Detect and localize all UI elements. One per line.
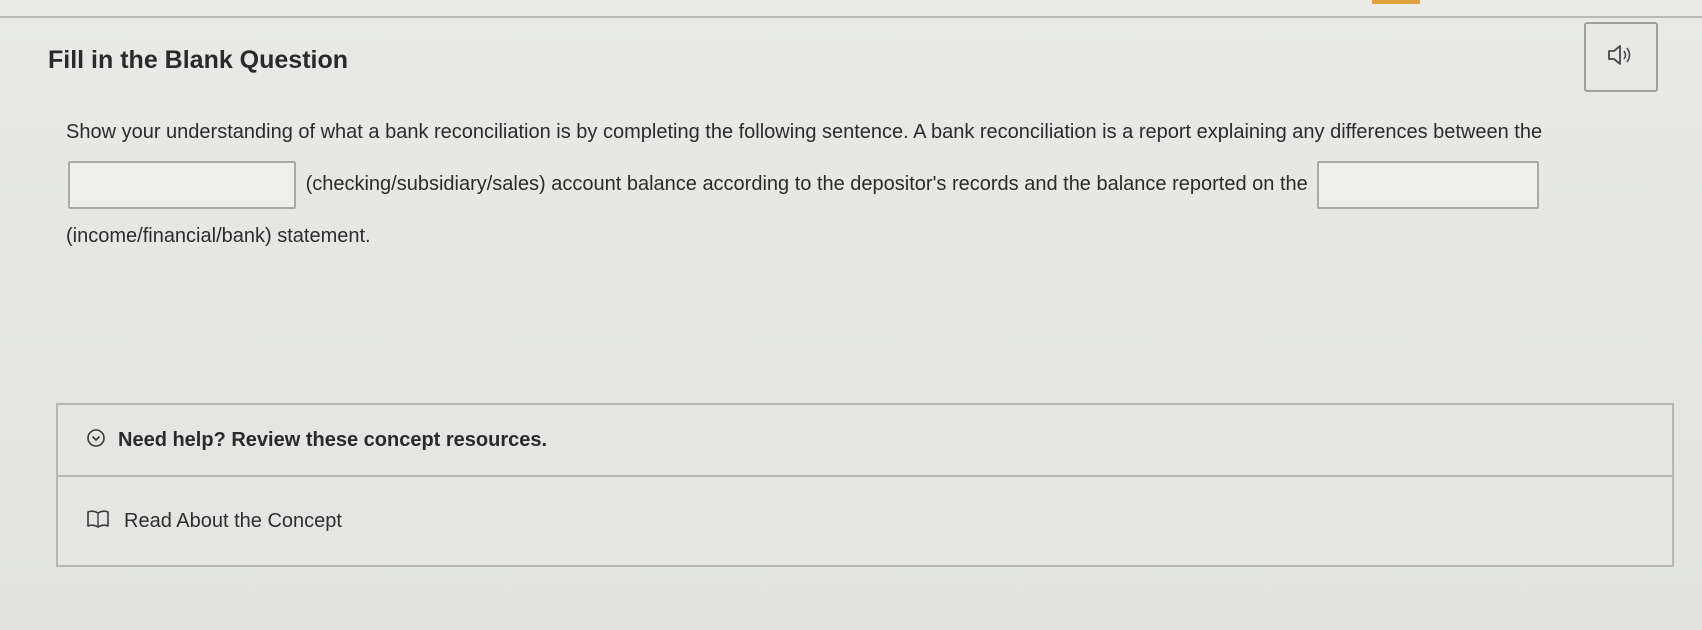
read-concept-label: Read About the Concept bbox=[124, 509, 342, 532]
blank-input-1[interactable] bbox=[68, 160, 296, 209]
prompt-text-2: (checking/subsidiary/sales) account bala… bbox=[305, 173, 1308, 195]
read-concept-link[interactable]: Read About the Concept bbox=[58, 477, 1672, 565]
speaker-icon bbox=[1606, 43, 1636, 72]
top-accent-bar bbox=[1372, 0, 1420, 4]
read-aloud-button[interactable] bbox=[1584, 22, 1658, 92]
help-header-label: Need help? Review these concept resource… bbox=[118, 428, 548, 451]
page: Fill in the Blank Question Show your und… bbox=[0, 0, 1702, 630]
prompt-text-1: Show your understanding of what a bank r… bbox=[66, 121, 1543, 143]
top-divider bbox=[0, 16, 1702, 18]
question-body: Show your understanding of what a bank r… bbox=[66, 106, 1636, 262]
prompt-text-3: (income/financial/bank) statement. bbox=[66, 225, 371, 247]
blank-input-2[interactable] bbox=[1317, 160, 1540, 209]
book-icon bbox=[86, 509, 110, 534]
help-panel: Need help? Review these concept resource… bbox=[56, 403, 1674, 567]
question-title: Fill in the Blank Question bbox=[48, 46, 349, 74]
help-toggle[interactable]: Need help? Review these concept resource… bbox=[58, 405, 1672, 477]
chevron-down-circle-icon bbox=[86, 428, 106, 453]
